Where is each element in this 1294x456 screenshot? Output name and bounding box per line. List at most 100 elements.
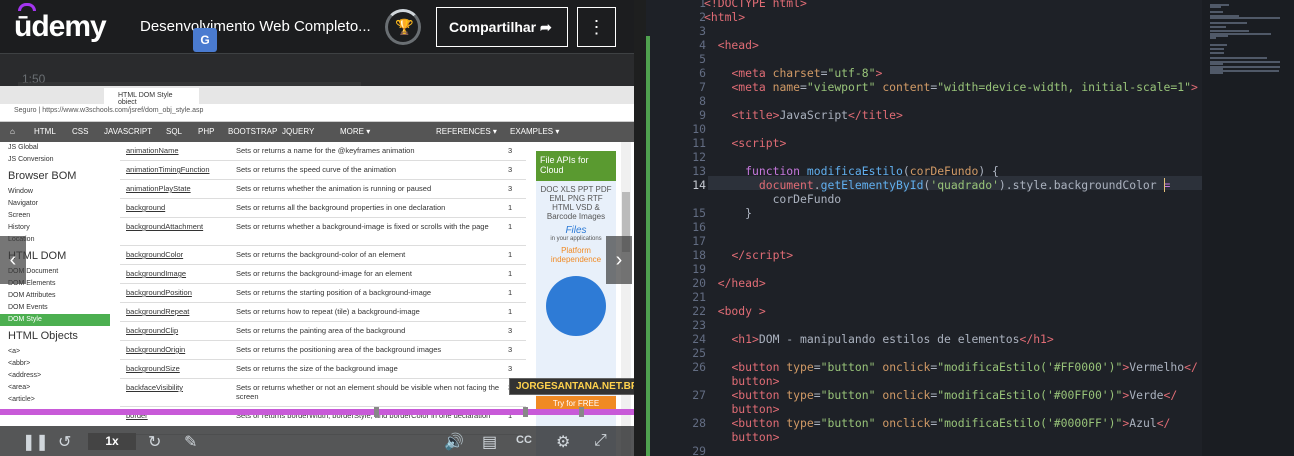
line-number: 4	[699, 38, 706, 52]
property-link[interactable]: backgroundImage	[126, 269, 186, 278]
code-line[interactable]: <body >	[704, 304, 766, 318]
property-link[interactable]: animationTimingFunction	[126, 165, 210, 174]
transcript-icon[interactable]: ▤	[482, 432, 497, 452]
sidebar-link[interactable]: <abbr>	[0, 358, 110, 370]
code-line[interactable]: <title>JavaScript</title>	[704, 108, 902, 122]
property-link[interactable]: backgroundClip	[126, 326, 178, 335]
code-line[interactable]: function modificaEstilo(corDeFundo) {	[704, 164, 999, 178]
code-line[interactable]: <button type="button" onclick="modificaE…	[704, 416, 1170, 430]
minimap-line	[1210, 26, 1227, 28]
line-number: 16	[692, 220, 706, 234]
speed-button[interactable]: 1x	[88, 433, 136, 450]
property-link[interactable]: animationPlayState	[126, 184, 191, 193]
nav-item[interactable]: ⌂	[10, 127, 15, 136]
code-line[interactable]: }	[704, 206, 752, 220]
property-link[interactable]: backgroundColor	[126, 250, 183, 259]
ad-platform: Platform independence	[550, 246, 602, 264]
seek-bar[interactable]	[0, 407, 634, 417]
fullscreen-icon[interactable]: ⤢	[594, 432, 607, 450]
nav-item[interactable]: EXAMPLES ▾	[510, 127, 559, 136]
code-line[interactable]: <script>	[704, 136, 786, 150]
sidebar-link[interactable]: <address>	[0, 370, 110, 382]
captions-icon[interactable]: CC	[516, 434, 532, 446]
property-description: Sets or returns whether the animation is…	[236, 184, 432, 193]
code-editor[interactable]: 1 2 3 4 5 6 7 8 9 10 11 12 13 14 15 16 17 18 19 20 21 22 23 24 2…	[646, 0, 1294, 456]
code-line[interactable]: button>	[704, 430, 779, 444]
nav-item[interactable]: JQUERY	[282, 127, 314, 136]
translate-icon[interactable]: G	[193, 28, 217, 52]
sidebar-link[interactable]: Screen	[0, 210, 110, 222]
code-line[interactable]: <h1>DOM - manipulando estilos de element…	[704, 332, 1053, 346]
code-line[interactable]: <meta name="viewport" content="width=dev…	[704, 80, 1197, 94]
nav-item[interactable]: CSS	[72, 127, 88, 136]
table-row: animationPlayState Sets or returns whethe…	[120, 180, 526, 199]
property-link[interactable]: backgroundPosition	[126, 288, 192, 297]
css-version: 1	[508, 250, 513, 259]
code-line[interactable]: <meta charset="utf-8">	[704, 66, 882, 80]
code-line[interactable]: </script>	[704, 248, 793, 262]
share-button[interactable]: Compartilhar ➦	[436, 7, 568, 47]
property-link[interactable]: backgroundAttachment	[126, 222, 203, 231]
course-title[interactable]: Desenvolvimento Web Completo...	[140, 18, 371, 35]
pause-icon[interactable]: ❚❚	[22, 432, 49, 452]
property-link[interactable]: backgroundOrigin	[126, 345, 185, 354]
browser-tabbar: HTML DOM Style object	[0, 86, 634, 106]
nav-item[interactable]: HTML	[34, 127, 56, 136]
previous-lecture-button[interactable]: ‹	[0, 236, 26, 284]
rewind-icon[interactable]: ↺	[58, 432, 71, 452]
sidebar-link[interactable]: History	[0, 222, 110, 234]
code-line[interactable]: <button type="button" onclick="modificaE…	[704, 360, 1197, 374]
nav-item[interactable]: PHP	[198, 127, 214, 136]
css-version: 3	[508, 364, 513, 373]
sidebar-link[interactable]: <area>	[0, 382, 110, 394]
property-description: Sets or returns the speed curve of the a…	[236, 165, 397, 174]
nav-item[interactable]: SQL	[166, 127, 182, 136]
minimap-line	[1210, 43, 1228, 46]
property-link[interactable]: background	[126, 203, 165, 212]
sidebar-link[interactable]: Window	[0, 186, 110, 198]
property-link[interactable]: backgroundRepeat	[126, 307, 189, 316]
watermark: JORGESANTANA.NET.BR	[509, 378, 634, 395]
course-player: ūdemy Desenvolvimento Web Completo... G …	[0, 0, 634, 456]
code-line[interactable]: <button type="button" onclick="modificaE…	[704, 388, 1177, 402]
code-line[interactable]: <!DOCTYPE html>	[704, 0, 807, 10]
code-line[interactable]: <html>	[704, 10, 745, 24]
nav-item[interactable]: MORE ▾	[340, 127, 370, 136]
sidebar-link[interactable]: JS Global	[0, 142, 110, 154]
forward-icon[interactable]: ↻	[148, 432, 161, 452]
sidebar-link[interactable]: JS Conversion	[0, 154, 110, 166]
line-number: 3	[699, 24, 706, 38]
volume-icon[interactable]: 🔊	[444, 432, 464, 452]
more-options-button[interactable]: ⋮	[577, 7, 616, 47]
sidebar-heading: HTML Objects	[8, 330, 78, 342]
sidebar-link[interactable]: <article>	[0, 394, 110, 406]
code-line[interactable]: button>	[704, 374, 779, 388]
code-line[interactable]: corDeFundo	[704, 192, 842, 206]
nav-item[interactable]: BOOTSTRAP	[228, 127, 277, 136]
pane-divider[interactable]	[634, 0, 646, 456]
sidebar-link[interactable]: DOM Events	[0, 302, 110, 314]
sidebar-link[interactable]: Navigator	[0, 198, 110, 210]
sidebar-link[interactable]: DOM Style	[0, 314, 110, 326]
nav-item[interactable]: REFERENCES ▾	[436, 127, 497, 136]
property-link[interactable]: backfaceVisibility	[126, 383, 183, 392]
sidebar-link[interactable]: <a>	[0, 346, 110, 358]
line-number: 25	[692, 346, 706, 360]
settings-icon[interactable]: ⚙	[556, 432, 570, 452]
minimap[interactable]	[1202, 0, 1294, 456]
next-lecture-button[interactable]: ›	[606, 236, 632, 284]
notes-icon[interactable]: ✎	[184, 432, 197, 452]
property-link[interactable]: animationName	[126, 146, 179, 155]
udemy-logo[interactable]: ūdemy	[14, 10, 107, 44]
sidebar-link[interactable]: DOM Attributes	[0, 290, 110, 302]
code-line[interactable]: button>	[704, 402, 779, 416]
line-number: 26	[692, 360, 706, 374]
browser-tab: HTML DOM Style object	[104, 88, 199, 106]
code-line[interactable]: <head>	[704, 38, 759, 52]
line-number: 10	[692, 122, 706, 136]
code-line[interactable]: </head>	[704, 276, 766, 290]
code-line[interactable]: document.getElementyById('quadrado').sty…	[704, 178, 1171, 192]
property-link[interactable]: backgroundSize	[126, 364, 180, 373]
progress-ring[interactable]: 🏆	[385, 9, 421, 45]
nav-item[interactable]: JAVASCRIPT	[104, 127, 152, 136]
